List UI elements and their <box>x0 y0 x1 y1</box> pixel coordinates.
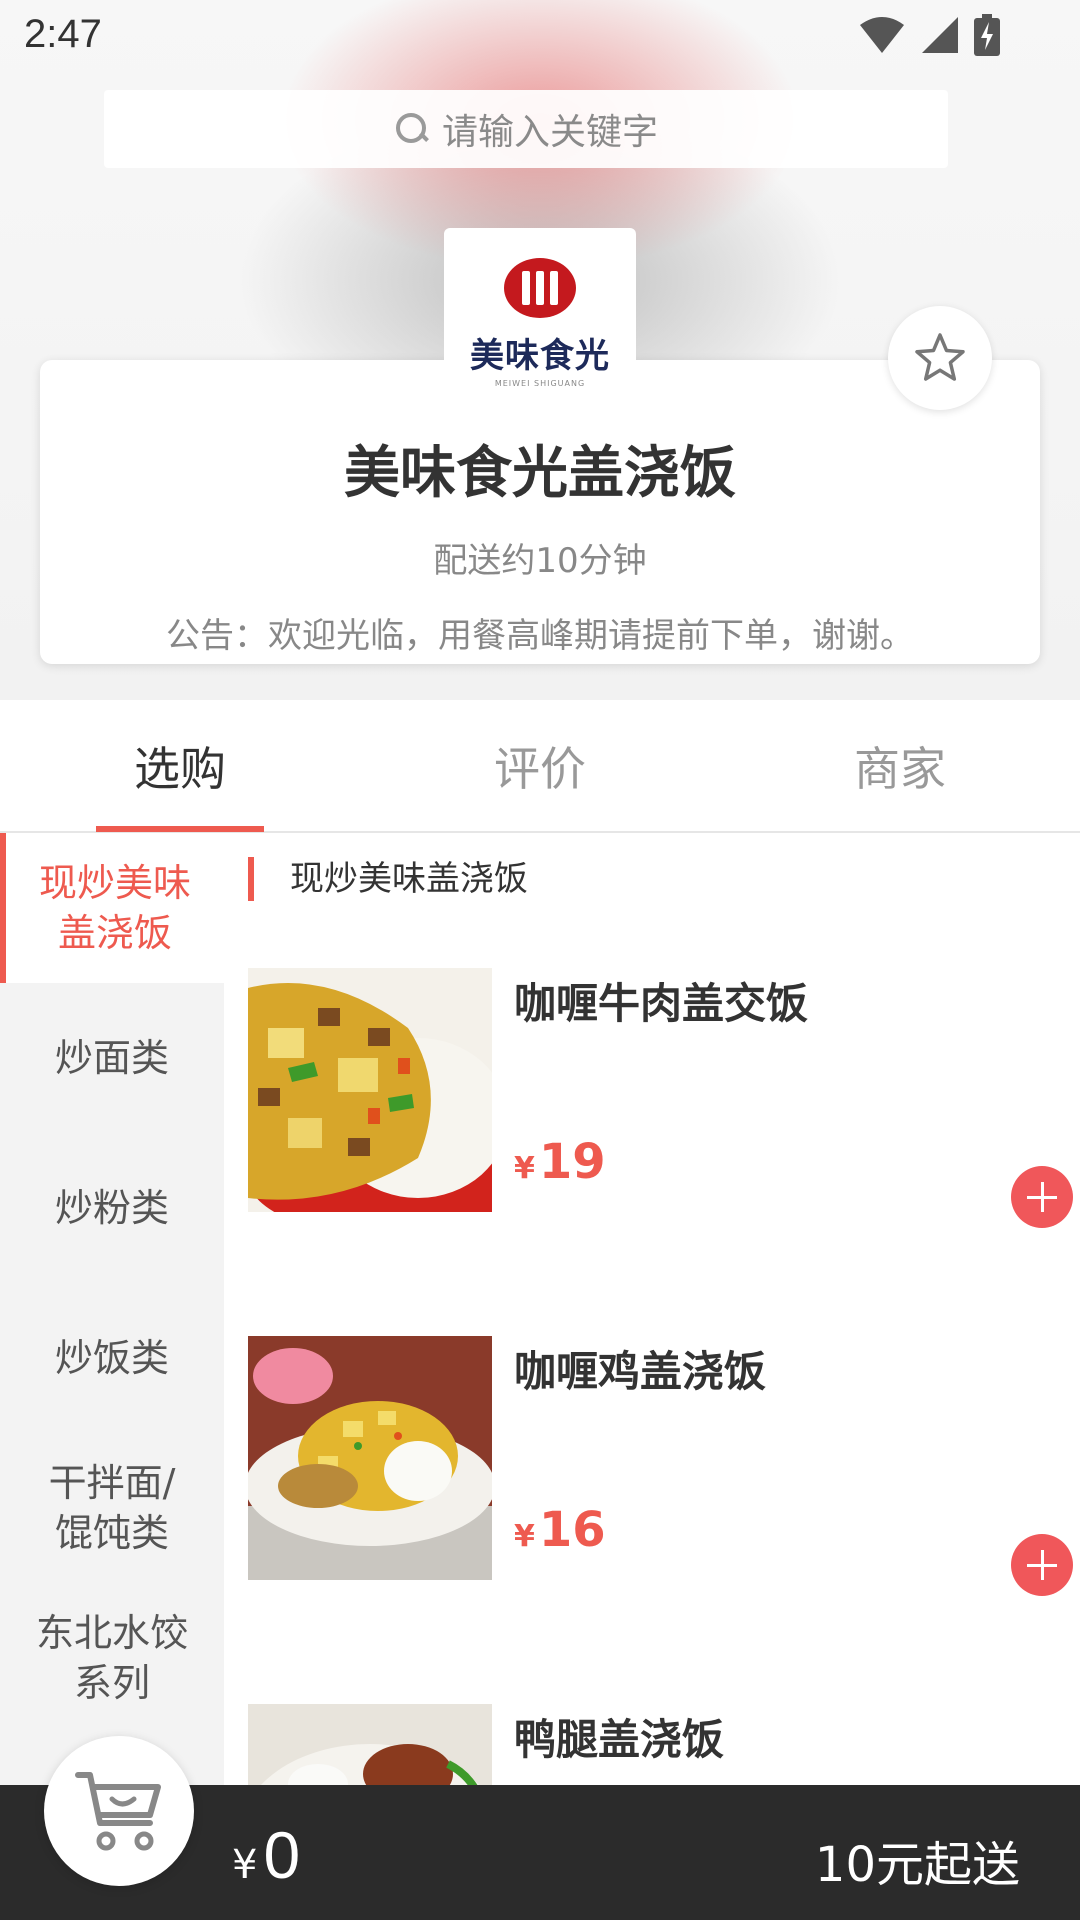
category-label: 干拌面/ 馄饨类 <box>48 1461 176 1555</box>
dish-item[interactable]: 鸭腿盖浇饭 <box>248 1704 1068 1785</box>
logo-text: 美味食光 <box>470 336 610 376</box>
category-label: 炒饭类 <box>54 1336 169 1380</box>
battery-icon <box>974 14 1000 56</box>
dish-name: 咖喱牛肉盖交饭 <box>514 979 809 1028</box>
shop-info-card: 美味食光盖浇饭 配送约10分钟 公告：欢迎光临，用餐高峰期请提前下单，谢谢。 <box>40 360 1040 664</box>
category-item-dumplings[interactable]: 东北水饺 系列 <box>0 1583 224 1733</box>
section-title: 现炒美味盖浇饭 <box>248 857 528 901</box>
category-item-gaijiaofan[interactable]: 现炒美味 盖浇饭 <box>0 833 224 983</box>
status-bar: 2:47 <box>0 0 1080 72</box>
cart-total-value: 0 <box>263 1818 301 1892</box>
dish-item[interactable]: 咖喱牛肉盖交饭 ¥19 <box>248 968 1073 1228</box>
tab-indicator <box>96 826 264 832</box>
tab-order[interactable]: 选购 <box>0 700 360 831</box>
status-icons <box>858 14 1000 56</box>
logo-emblem-icon <box>504 258 576 318</box>
price-value: 19 <box>538 1134 606 1190</box>
currency-symbol: ¥ <box>514 1519 535 1554</box>
favorite-button[interactable] <box>888 306 992 410</box>
dish-image <box>248 1704 492 1785</box>
price-value: 16 <box>538 1502 606 1558</box>
category-label: 现炒美味 盖浇饭 <box>38 861 191 955</box>
search-icon <box>394 111 430 147</box>
dish-item[interactable]: 咖喱鸡盖浇饭 ¥16 <box>248 1336 1073 1596</box>
add-to-cart-button[interactable] <box>1011 1166 1073 1228</box>
delivery-time: 配送约10分钟 <box>433 541 647 581</box>
logo-subtext: MEIWEI SHIGUANG <box>494 379 586 388</box>
cart-icon <box>75 1772 161 1851</box>
dish-name: 咖喱鸡盖浇饭 <box>514 1347 767 1396</box>
add-to-cart-button[interactable] <box>1011 1534 1073 1596</box>
currency-symbol: ¥ <box>232 1842 258 1888</box>
tab-merchant[interactable]: 商家 <box>720 700 1080 831</box>
dish-price: ¥19 <box>514 1134 606 1190</box>
star-icon <box>915 333 965 381</box>
category-label: 炒面类 <box>54 1036 169 1080</box>
shop-name: 美味食光盖浇饭 <box>344 441 736 506</box>
category-item-fried-noodles[interactable]: 炒面类 <box>0 983 224 1133</box>
signal-icon <box>922 17 958 53</box>
min-order-label: 10元起送 <box>814 1837 1020 1893</box>
tab-bar: 选购 评价 商家 <box>0 700 1080 833</box>
category-item-dry-noodles[interactable]: 干拌面/ 馄饨类 <box>0 1433 224 1583</box>
wifi-icon <box>860 17 904 53</box>
search-placeholder: 请输入关键字 <box>441 112 658 153</box>
dish-price: ¥16 <box>514 1502 606 1558</box>
menu-list: 现炒美味盖浇饭 咖喱牛肉盖交饭 ¥19 咖喱鸡盖浇饭 ¥16 鸭腿盖浇饭 <box>224 833 1080 1785</box>
cart-button[interactable] <box>44 1736 194 1886</box>
category-label: 东北水饺 系列 <box>35 1611 188 1705</box>
status-time: 2:47 <box>24 12 102 56</box>
category-sidebar: 现炒美味 盖浇饭 炒面类 炒粉类 炒饭类 干拌面/ 馄饨类 东北水饺 系列 <box>0 833 224 1785</box>
cart-total: ¥0 <box>232 1817 300 1893</box>
dish-image <box>248 968 492 1212</box>
dish-image <box>248 1336 492 1580</box>
tab-reviews[interactable]: 评价 <box>360 700 720 831</box>
shop-notice: 公告：欢迎光临，用餐高峰期请提前下单，谢谢。 <box>166 616 914 656</box>
category-label: 炒粉类 <box>54 1186 169 1230</box>
currency-symbol: ¥ <box>514 1151 535 1186</box>
search-input[interactable]: 请输入关键字 <box>104 90 948 168</box>
category-item-fried-rice[interactable]: 炒饭类 <box>0 1283 224 1433</box>
category-item-fried-rice-noodles[interactable]: 炒粉类 <box>0 1133 224 1283</box>
shop-logo: 美味食光 MEIWEI SHIGUANG <box>444 228 636 388</box>
dish-name: 鸭腿盖浇饭 <box>514 1715 725 1764</box>
